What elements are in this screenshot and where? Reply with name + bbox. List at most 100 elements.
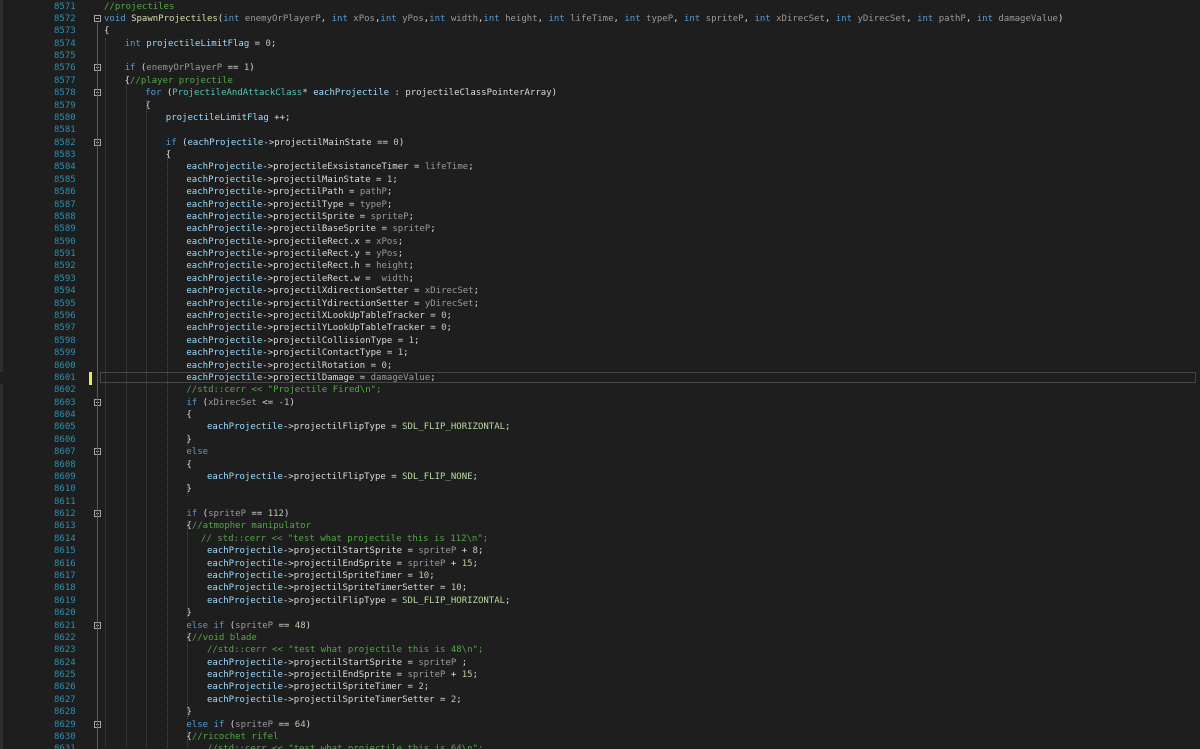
code-line[interactable]: 8602 //std::cerr << "Projectile Fired\n"; [0, 384, 1200, 396]
code-text[interactable]: eachProjectile->projectilSpriteTimerSett… [207, 582, 467, 594]
code-line[interactable]: 8592 eachProjectile->projectileRect.h = h… [0, 260, 1200, 272]
code-line[interactable]: 8585 eachProjectile->projectilMainState =… [0, 174, 1200, 186]
code-text[interactable]: {//atmopher manipulator [186, 520, 311, 532]
code-line[interactable]: 8615 eachProjectile->projectilStartSprite… [0, 545, 1200, 557]
code-line[interactable]: 8580 projectileLimitFlag ++; [0, 112, 1200, 124]
code-text[interactable]: if (eachProjectile->projectilMainState =… [166, 137, 404, 149]
code-line[interactable]: 8571 //projectiles [0, 1, 1200, 13]
code-line[interactable]: 8572 void SpawnProjectiles(int enemyOrPla… [0, 13, 1200, 25]
code-text[interactable]: void SpawnProjectiles(int enemyOrPlayerP… [104, 13, 1063, 25]
code-text[interactable]: {//ricochet rifel [186, 731, 278, 743]
code-text[interactable]: eachProjectile->projectilStartSprite = s… [207, 657, 467, 669]
code-text[interactable]: eachProjectile->projectileRect.x = xPos; [186, 236, 403, 248]
code-text[interactable]: eachProjectile->projectilBaseSprite = sp… [186, 223, 435, 235]
code-line[interactable]: 8607 else [0, 446, 1200, 458]
code-line[interactable]: 8584 eachProjectile->projectileExsistance… [0, 161, 1200, 173]
code-line[interactable]: 8590 eachProjectile->projectileRect.x = x… [0, 236, 1200, 248]
code-text[interactable]: projectileLimitFlag ++; [166, 112, 291, 124]
code-text[interactable]: // std::cerr << "test what projectile th… [201, 533, 488, 545]
code-line[interactable]: 8573 { [0, 25, 1200, 37]
code-line[interactable]: 8582 if (eachProjectile->projectilMainSta… [0, 137, 1200, 149]
code-line[interactable]: 8608 { [0, 459, 1200, 471]
code-line[interactable]: 8581 [0, 124, 1200, 136]
code-text[interactable]: if (spriteP == 112) [186, 508, 289, 520]
code-text[interactable]: if (enemyOrPlayerP == 1) [125, 62, 255, 74]
code-line[interactable]: 8598 eachProjectile->projectilCollisionTy… [0, 335, 1200, 347]
code-line[interactable]: 8577 {//player projectile [0, 75, 1200, 87]
code-line[interactable]: 8610} [0, 483, 1200, 495]
code-line[interactable]: 8609 eachProjectile->projectilFlipType = … [0, 471, 1200, 483]
code-line[interactable]: 8626 eachProjectile->projectilSpriteTimer… [0, 681, 1200, 693]
code-text[interactable]: eachProjectile->projectilFlipType = SDL_… [207, 421, 510, 433]
collapse-toggle-icon[interactable] [94, 14, 101, 22]
code-text[interactable]: {//void blade [186, 632, 256, 644]
code-text[interactable]: { [104, 25, 109, 37]
code-line[interactable]: 8588 eachProjectile->projectilSprite = sp… [0, 211, 1200, 223]
code-line[interactable]: 8614 // std::cerr << "test what projectil… [0, 533, 1200, 545]
code-line[interactable]: 8627 eachProjectile->projectilSpriteTimer… [0, 694, 1200, 706]
code-line[interactable]: 8605 eachProjectile->projectilFlipType = … [0, 421, 1200, 433]
code-line[interactable]: 8631 //std::cerr << "test what projectile… [0, 743, 1200, 749]
code-text[interactable]: eachProjectile->projectilDamage = damage… [186, 372, 435, 384]
code-line[interactable]: 8618 eachProjectile->projectilSpriteTimer… [0, 582, 1200, 594]
code-line[interactable]: 8617 eachProjectile->projectilSpriteTimer… [0, 570, 1200, 582]
code-text[interactable]: eachProjectile->projectilCollisionType =… [186, 335, 419, 347]
code-text[interactable]: //projectiles [104, 1, 174, 13]
code-line[interactable]: 8622 {//void blade [0, 632, 1200, 644]
code-text[interactable]: eachProjectile->projectileRect.y = yPos; [186, 248, 403, 260]
code-line[interactable]: 8612 if (spriteP == 112) [0, 508, 1200, 520]
code-text[interactable]: eachProjectile->projectilEndSprite = spr… [207, 558, 478, 570]
code-text[interactable]: eachProjectile->projectilFlipType = SDL_… [207, 471, 478, 483]
code-text[interactable]: eachProjectile->projectilSpriteTimerSett… [207, 694, 462, 706]
code-line[interactable]: 8621 else if (spriteP == 48) [0, 620, 1200, 632]
code-text[interactable]: eachProjectile->projectilXLookUpTableTra… [186, 310, 452, 322]
code-text[interactable]: eachProjectile->projectilSpriteTimer = 2… [207, 681, 429, 693]
code-text[interactable]: else if (spriteP == 48) [186, 620, 311, 632]
code-text[interactable]: if (xDirecSet <= -1) [186, 397, 294, 409]
code-line[interactable]: 8611 [0, 496, 1200, 508]
code-line[interactable]: 8600 eachProjectile->projectilRotation = … [0, 360, 1200, 372]
code-text[interactable]: eachProjectile->projectileRect.w = width… [186, 273, 414, 285]
code-text[interactable]: else if (spriteP == 64) [186, 719, 311, 731]
code-line[interactable]: 8587 eachProjectile->projectilType = type… [0, 199, 1200, 211]
code-editor[interactable]: 8571 //projectiles 8572 void SpawnProjectil… [0, 0, 1200, 749]
code-line[interactable]: 8623 //std::cerr << "test what projectile… [0, 644, 1200, 656]
code-text[interactable]: eachProjectile->projectilYLookUpTableTra… [186, 322, 452, 334]
code-line[interactable]: 8578 for (ProjectileAndAttackClass* eachP… [0, 87, 1200, 99]
code-text[interactable]: //std::cerr << "test what projectile thi… [207, 644, 483, 656]
code-line[interactable]: 8603 if (xDirecSet <= -1) [0, 397, 1200, 409]
code-text[interactable]: //std::cerr << "Projectile Fired\n"; [186, 384, 381, 396]
code-line[interactable]: 8586 eachProjectile->projectilPath = path… [0, 186, 1200, 198]
code-line[interactable]: 8583{ [0, 149, 1200, 161]
code-text[interactable]: eachProjectile->projectilFlipType = SDL_… [207, 595, 510, 607]
code-text[interactable]: eachProjectile->projectilRotation = 0; [186, 360, 392, 372]
code-text[interactable]: eachProjectile->projectilSprite = sprite… [186, 211, 414, 223]
code-line[interactable]: 8593 eachProjectile->projectileRect.w = w… [0, 273, 1200, 285]
code-text[interactable]: { [186, 409, 191, 421]
code-line[interactable]: 8597 eachProjectile->projectilYLookUpTabl… [0, 322, 1200, 334]
code-line[interactable]: 8619 eachProjectile->projectilFlipType = … [0, 595, 1200, 607]
code-text[interactable]: eachProjectile->projectilMainState = 1; [186, 174, 397, 186]
code-text[interactable]: eachProjectile->projectilEndSprite = spr… [207, 669, 478, 681]
code-line[interactable]: 8613 {//atmopher manipulator [0, 520, 1200, 532]
code-text[interactable]: else [186, 446, 208, 458]
code-line[interactable]: 8604 { [0, 409, 1200, 421]
code-text[interactable]: { [186, 459, 191, 471]
code-text[interactable]: eachProjectile->projectileRect.h = heigh… [186, 260, 414, 272]
code-line[interactable]: 8630 {//ricochet rifel [0, 731, 1200, 743]
code-line[interactable]: 8596 eachProjectile->projectilXLookUpTabl… [0, 310, 1200, 322]
code-text[interactable]: eachProjectile->projectilYdirectionSette… [186, 298, 479, 310]
code-text[interactable]: {//player projectile [125, 75, 233, 87]
code-text[interactable]: eachProjectile->projectilSpriteTimer = 1… [207, 570, 435, 582]
code-line[interactable]: 8606} [0, 434, 1200, 446]
code-line[interactable]: 8624 eachProjectile->projectilStartSprite… [0, 657, 1200, 669]
code-text[interactable]: eachProjectile->projectilPath = pathP; [186, 186, 392, 198]
code-text[interactable]: eachProjectile->projectilContactType = 1… [186, 347, 408, 359]
code-line[interactable]: 8594 eachProjectile->projectilXdirectionS… [0, 285, 1200, 297]
code-line[interactable]: 8628} [0, 706, 1200, 718]
code-line[interactable]: 8616 eachProjectile->projectilEndSprite =… [0, 558, 1200, 570]
code-text[interactable]: eachProjectile->projectilType = typeP; [186, 199, 392, 211]
code-text[interactable]: for (ProjectileAndAttackClass* eachProje… [145, 87, 557, 99]
code-line[interactable]: 8576 if (enemyOrPlayerP == 1) [0, 62, 1200, 74]
code-text[interactable]: int projectileLimitFlag = 0; [125, 38, 277, 50]
